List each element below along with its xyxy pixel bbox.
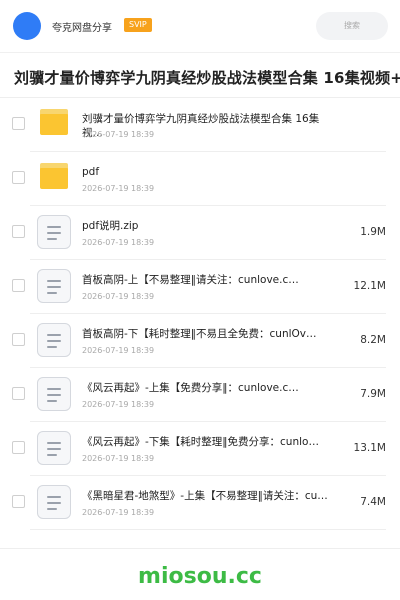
search-input[interactable]: 搜索: [316, 12, 388, 40]
file-date: 2026-07-19 18:39: [82, 292, 155, 301]
file-date: 2026-07-19 18:39: [82, 130, 155, 139]
file-date: 2026-07-19 18:39: [82, 238, 155, 247]
file-size: 12.1M: [353, 280, 386, 292]
list-item[interactable]: pdf说明.zip 2026-07-19 18:39 1.9M: [0, 206, 400, 260]
file-list: 刘骥才量价博弈学九阴真经炒股战法模型合集 16集视… 2026-07-19 18…: [0, 98, 400, 530]
document-icon: [37, 323, 71, 357]
file-size: 8.2M: [360, 334, 386, 346]
file-date: 2026-07-19 18:39: [82, 346, 155, 355]
file-size: 13.1M: [353, 442, 386, 454]
file-name: 首板高阴-上【不易整理‖请关注：cunlove.c…: [82, 274, 299, 286]
select-checkbox[interactable]: [12, 441, 25, 454]
list-item[interactable]: 《黑暗星君-地煞型》-上集【不易整理‖请关注：cu… 2026-07-19 18…: [0, 476, 400, 530]
brand-name: 夸克网盘分享: [52, 23, 112, 34]
file-name: 《黑暗星君-地煞型》-上集【不易整理‖请关注：cu…: [82, 490, 328, 502]
select-checkbox[interactable]: [12, 495, 25, 508]
page-title: 刘骥才量价博弈学九阴真经炒股战法模型合集 16集视频+课: [14, 69, 400, 87]
select-checkbox[interactable]: [12, 333, 25, 346]
file-date: 2026-07-19 18:39: [82, 454, 155, 463]
file-size: 7.9M: [360, 388, 386, 400]
document-icon: [37, 431, 71, 465]
list-item[interactable]: 《风云再起》-下集【耗时整理‖免费分享：cunlo… 2026-07-19 18…: [0, 422, 400, 476]
list-item[interactable]: pdf 2026-07-19 18:39: [0, 152, 400, 206]
file-name: 《风云再起》-上集【免费分享‖：cunlove.c…: [82, 382, 299, 394]
document-icon: [37, 269, 71, 303]
list-item[interactable]: 刘骥才量价博弈学九阴真经炒股战法模型合集 16集视… 2026-07-19 18…: [0, 98, 400, 152]
select-checkbox[interactable]: [12, 225, 25, 238]
folder-icon: [40, 109, 68, 135]
list-item[interactable]: 首板高阴-下【耗时整理‖不易且全免费：cunlOv… 2026-07-19 18…: [0, 314, 400, 368]
avatar[interactable]: [13, 12, 41, 40]
document-icon: [37, 215, 71, 249]
file-name: pdf: [82, 166, 100, 178]
document-icon: [37, 377, 71, 411]
share-title-bar: 刘骥才量价博弈学九阴真经炒股战法模型合集 16集视频+课: [0, 52, 400, 98]
file-date: 2026-07-19 18:39: [82, 508, 155, 517]
folder-icon: [40, 163, 68, 189]
file-name: pdf说明.zip: [82, 220, 139, 232]
file-date: 2026-07-19 18:39: [82, 400, 155, 409]
select-checkbox[interactable]: [12, 279, 25, 292]
file-name: 首板高阴-下【耗时整理‖不易且全免费：cunlOv…: [82, 328, 317, 340]
svip-badge[interactable]: SVIP: [124, 18, 152, 32]
select-checkbox[interactable]: [12, 387, 25, 400]
file-size: 7.4M: [360, 496, 386, 508]
select-checkbox[interactable]: [12, 171, 25, 184]
file-name: 《风云再起》-下集【耗时整理‖免费分享：cunlo…: [82, 436, 319, 448]
top-header: 夸克网盘分享 SVIP 搜索: [0, 0, 400, 52]
file-date: 2026-07-19 18:39: [82, 184, 155, 193]
document-icon: [37, 485, 71, 519]
list-item[interactable]: 《风云再起》-上集【免费分享‖：cunlove.c… 2026-07-19 18…: [0, 368, 400, 422]
select-checkbox[interactable]: [12, 117, 25, 130]
list-item[interactable]: 首板高阴-上【不易整理‖请关注：cunlove.c… 2026-07-19 18…: [0, 260, 400, 314]
watermark: miosou.cc: [138, 564, 262, 589]
file-size: 1.9M: [360, 226, 386, 238]
